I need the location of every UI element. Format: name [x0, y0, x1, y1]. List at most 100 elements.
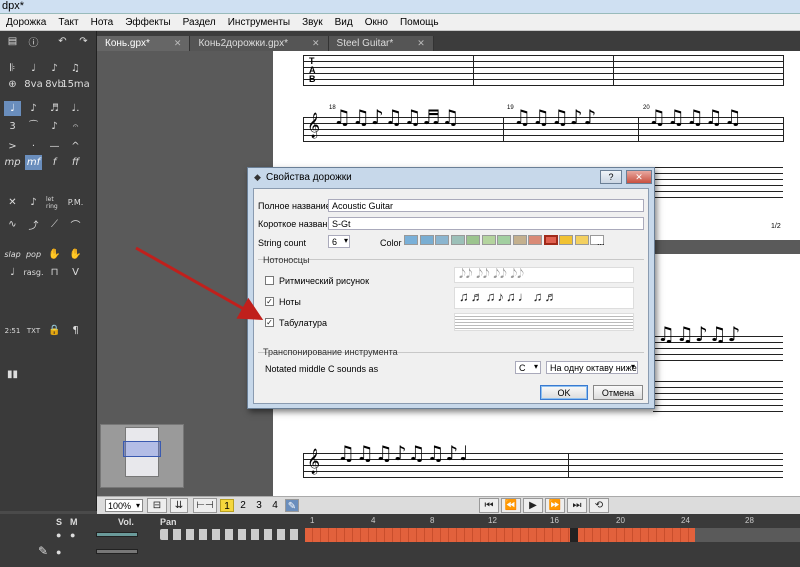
zoom-select[interactable]: 100%: [105, 499, 143, 512]
hammer-icon[interactable]: ⌒: [67, 217, 84, 232]
octave-select[interactable]: На одну октаву ниже: [546, 361, 638, 374]
ottava-15b-icon[interactable]: ♫: [67, 61, 84, 76]
menu-track[interactable]: Дорожка: [6, 17, 46, 28]
color-swatch[interactable]: [450, 235, 465, 245]
menu-view[interactable]: Вид: [335, 17, 353, 28]
track-bar-active[interactable]: [305, 528, 695, 542]
pen-icon[interactable]: ✎: [38, 544, 48, 558]
more-colors-button[interactable]: ...: [597, 237, 605, 247]
grace-icon[interactable]: ♪: [46, 119, 63, 134]
color-swatch[interactable]: [419, 235, 434, 245]
dyn-mf[interactable]: mf: [25, 155, 42, 170]
full-name-field[interactable]: Acoustic Guitar: [328, 199, 644, 212]
label-8va[interactable]: 8va: [24, 77, 42, 92]
menu-note[interactable]: Нота: [91, 17, 114, 28]
ok-button[interactable]: OK: [540, 385, 588, 400]
repeat-icon[interactable]: 𝄆: [4, 61, 21, 76]
slide-icon[interactable]: ⟋: [46, 217, 63, 232]
fermata-icon[interactable]: 𝄐: [67, 119, 84, 134]
redo-icon[interactable]: ↷: [75, 34, 92, 49]
bars-icon[interactable]: ▮▮: [4, 367, 21, 382]
pop-label[interactable]: pop: [25, 247, 42, 262]
color-swatch[interactable]: [435, 235, 449, 245]
time-label[interactable]: 2:51: [4, 323, 21, 338]
chevron-down-icon[interactable]: ▾: [534, 362, 538, 371]
track-bar-empty[interactable]: [695, 528, 800, 542]
txt-label[interactable]: TXT: [25, 323, 42, 338]
tuplet-icon[interactable]: 3: [4, 119, 21, 134]
sixteenth-note-icon[interactable]: ♬: [46, 101, 63, 116]
marcato-icon[interactable]: ^: [67, 139, 84, 154]
navigator-viewport[interactable]: [123, 441, 161, 457]
palm-mute-icon[interactable]: ✕: [4, 195, 21, 210]
track-visible-icon[interactable]: ●: [56, 530, 61, 540]
close-icon[interactable]: ✕: [417, 38, 425, 49]
color-swatch[interactable]: [497, 235, 511, 245]
print-icon[interactable]: ▤: [4, 34, 21, 49]
fast-forward-icon[interactable]: ⏩: [545, 498, 565, 513]
skip-end-icon[interactable]: ⏭: [567, 498, 587, 513]
menu-effects[interactable]: Эффекты: [125, 17, 170, 28]
color-swatch[interactable]: [559, 235, 573, 245]
upstroke-label[interactable]: V: [67, 265, 84, 280]
eighth-note-icon[interactable]: ♪: [25, 101, 42, 116]
rasg-label[interactable]: rasg.: [24, 265, 44, 280]
lock-icon[interactable]: 🔒: [46, 323, 63, 338]
page-4-button[interactable]: 4: [268, 499, 282, 512]
tab-kon2[interactable]: Конь2дорожки.gpx* ✕: [190, 36, 329, 51]
label-15ma[interactable]: 15ma: [61, 77, 90, 92]
vibrato-icon[interactable]: ∿: [4, 217, 21, 232]
coda-icon[interactable]: ⊕: [4, 77, 21, 92]
staccato-icon[interactable]: ·: [25, 139, 42, 154]
undo-icon[interactable]: ↶: [54, 34, 71, 49]
slap-label[interactable]: slap: [4, 247, 21, 262]
color-swatch[interactable]: [481, 235, 496, 245]
color-swatch[interactable]: [574, 235, 589, 245]
page-3-button[interactable]: 3: [252, 499, 266, 512]
dyn-f[interactable]: f: [46, 155, 63, 170]
page-1-button[interactable]: 1: [220, 499, 234, 512]
info-icon[interactable]: ⓘ: [25, 34, 42, 49]
color-swatch[interactable]: [404, 235, 418, 245]
tab-checkbox[interactable]: ✓: [265, 318, 274, 327]
track-timeline[interactable]: 1 4 8 12 16 20 24 28: [305, 514, 800, 567]
bend-icon[interactable]: ⤴: [25, 217, 42, 232]
page-layout-button[interactable]: ⊟: [147, 498, 167, 513]
cancel-button[interactable]: Отмена: [593, 385, 643, 400]
color-swatch[interactable]: [466, 235, 480, 245]
menu-section[interactable]: Раздел: [183, 17, 216, 28]
accent-icon[interactable]: >: [4, 139, 21, 154]
color-swatch[interactable]: [528, 235, 542, 245]
edit-icon[interactable]: ✎: [285, 499, 299, 512]
ottava-15-icon[interactable]: ♪: [46, 61, 63, 76]
strum-icon[interactable]: ✋: [67, 247, 84, 262]
dyn-ff[interactable]: ff: [67, 155, 84, 170]
menu-window[interactable]: Окно: [365, 17, 388, 28]
close-icon[interactable]: ✕: [312, 38, 320, 49]
pm-label[interactable]: P.M.: [67, 195, 84, 210]
rhythm-checkbox[interactable]: [265, 276, 274, 285]
let-ring-label[interactable]: let ring: [46, 195, 63, 210]
volume-slider[interactable]: [96, 549, 138, 554]
notes-checkbox[interactable]: ✓: [265, 297, 274, 306]
loop-icon[interactable]: ⟲: [589, 498, 609, 513]
tenuto-icon[interactable]: —: [46, 139, 63, 154]
pickstroke-icon[interactable]: ⊓: [46, 265, 63, 280]
view-mode-button[interactable]: ⇊: [170, 498, 188, 513]
track-mute-icon[interactable]: ●: [70, 530, 75, 540]
skip-start-icon[interactable]: ⏮: [479, 498, 499, 513]
tie-icon[interactable]: ⁀: [25, 119, 42, 134]
short-name-field[interactable]: S-Gt: [328, 217, 644, 230]
volume-slider[interactable]: [96, 532, 138, 537]
rewind-icon[interactable]: ⏪: [501, 498, 521, 513]
menu-tools[interactable]: Инструменты: [228, 17, 290, 28]
menu-help[interactable]: Помощь: [400, 17, 439, 28]
dyn-mp[interactable]: mp: [4, 155, 21, 170]
pan-knobs[interactable]: [160, 529, 300, 540]
pilcrow-icon[interactable]: ¶: [67, 323, 84, 338]
quarter-note-icon[interactable]: ♩: [4, 101, 21, 116]
tab-kon[interactable]: Конь.gpx* ✕: [97, 36, 191, 51]
arpeggio-icon[interactable]: ♩: [4, 265, 21, 280]
tap-icon[interactable]: ✋: [46, 247, 63, 262]
let-ring-icon[interactable]: ♪: [25, 195, 42, 210]
